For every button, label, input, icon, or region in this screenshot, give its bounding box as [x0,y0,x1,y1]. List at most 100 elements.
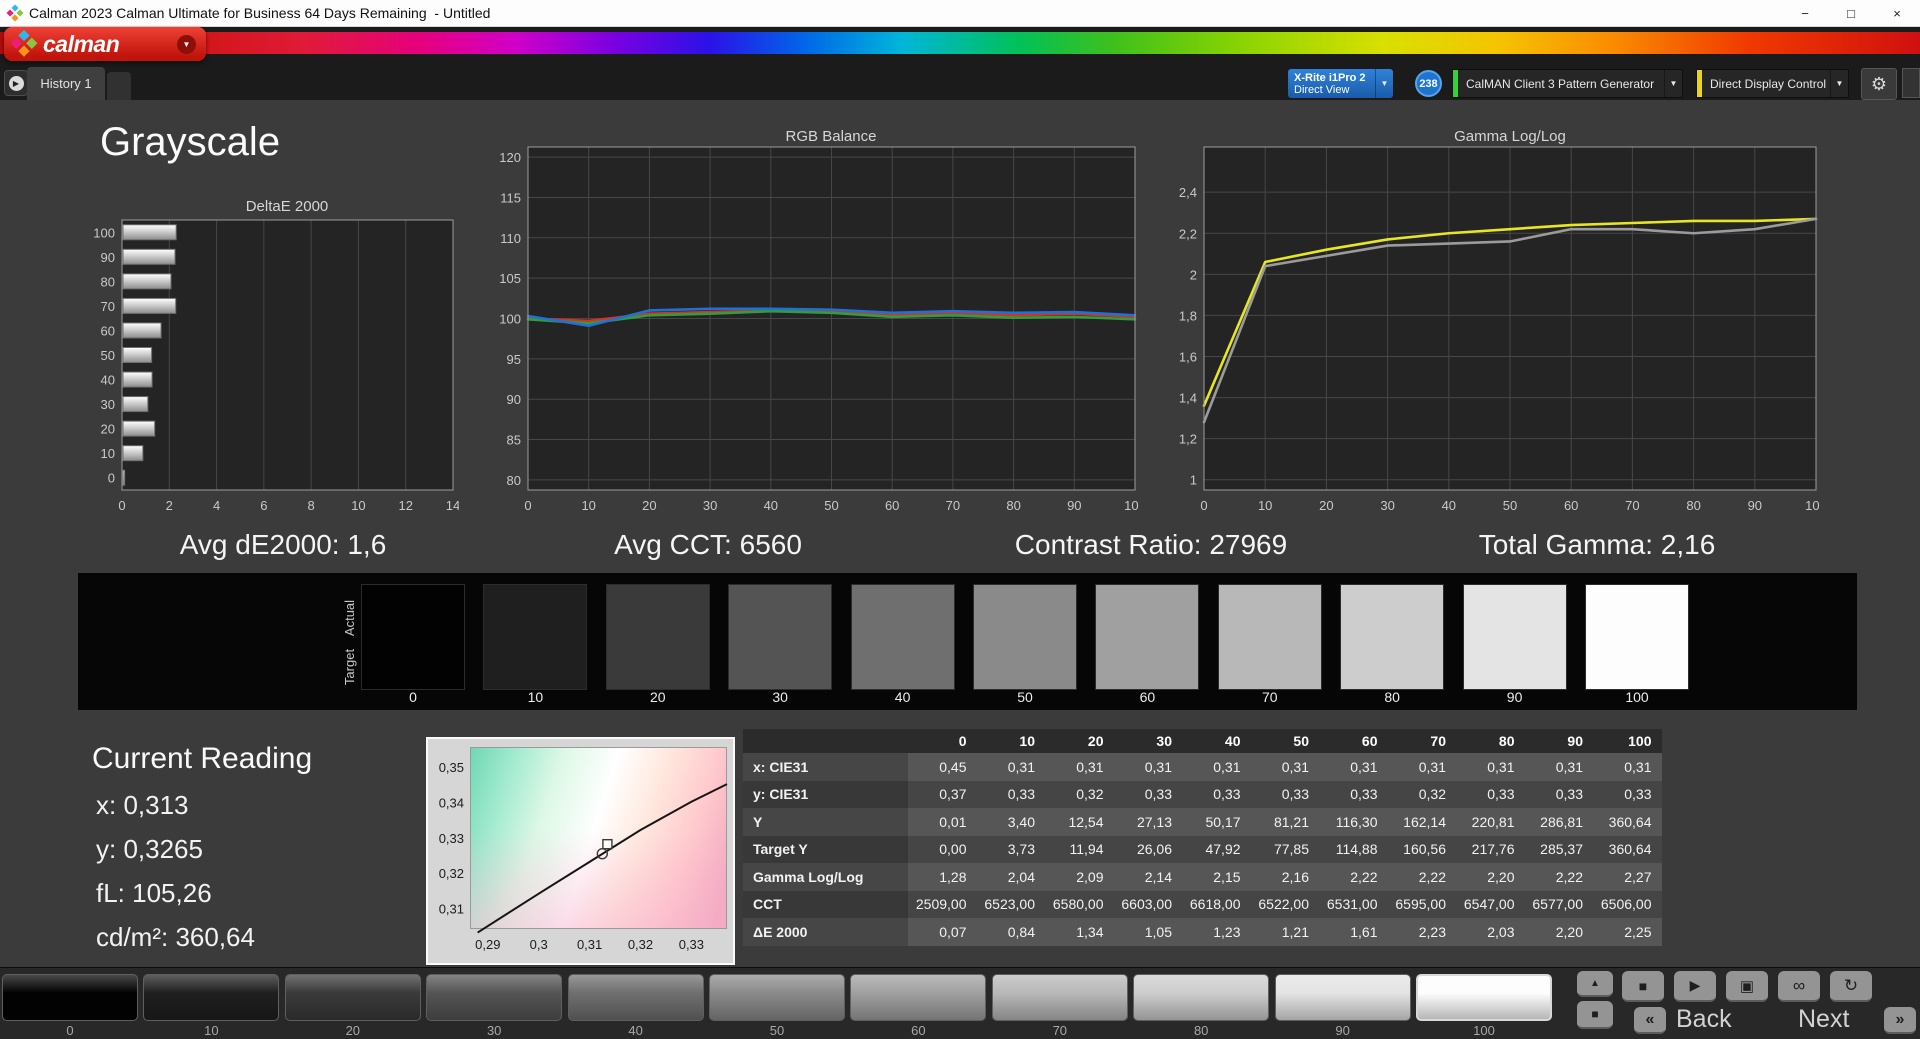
table-cell: 0,33 [1487,786,1515,803]
svg-text:70: 70 [946,498,960,513]
pattern-button-30[interactable] [426,974,563,1021]
maximize-button[interactable]: □ [1828,0,1874,26]
meter-device-button[interactable]: X-Rite i1Pro 2 Direct View ▼ [1288,69,1393,98]
table-cell: 2,25 [1624,923,1652,940]
table-header-row: 0 10 20 30 40 50 60 70 80 90 100 [743,729,1662,753]
swatch-level-label-50: 50 [1017,689,1033,705]
pattern-window-button[interactable]: ■ [1577,1001,1613,1029]
tab-history-1[interactable]: History 1 [27,67,105,100]
pattern-button-90[interactable] [1274,974,1411,1021]
gamma-svg: 0 10 20 30 40 50 60 70 80 90 100 1 1,2 1,4 1,6 1,8 2 2,2 2… [1179,146,1827,513]
side-panel-toggle[interactable] [1902,68,1920,98]
refresh-icon: ↻ [1843,975,1859,995]
meter-dropdown[interactable]: ▼ [1375,69,1393,98]
main-menu-dropdown[interactable]: ▼ [177,34,196,54]
svg-text:30: 30 [703,498,717,513]
stat-contrast-ratio: Contrast Ratio: 27969 [1014,529,1288,560]
reading-cdm2: cd/m²: 360,64 [96,922,255,952]
minimize-button[interactable]: − [1782,0,1828,26]
svg-text:0: 0 [524,498,531,513]
display-control-dropdown[interactable]: ▼ [1830,70,1848,97]
table-cell: 0,31 [1007,758,1035,775]
table-cell: 0,37 [939,786,967,803]
pattern-button-60[interactable] [850,974,987,1021]
cie-chromaticity-chart: 0,29 0,3 0,31 0,32 0,33 0,35 0,34 0,33 0,32 0,31 [426,737,735,965]
table-col-header-70: 70 [1430,733,1446,749]
table-cell: 3,73 [1007,841,1035,858]
svg-text:0,29: 0,29 [475,937,500,952]
table-cell: 1,23 [1213,923,1241,940]
table-col-header-80: 80 [1498,733,1515,749]
panel-up-button[interactable]: ▲ [1577,971,1613,997]
play-button[interactable]: ▶ [1674,971,1716,1002]
svg-text:1,6: 1,6 [1179,349,1197,364]
pattern-button-10[interactable] [143,974,280,1021]
chevrons-right-icon: » [1895,1010,1905,1028]
swatch-level-label-90: 90 [1506,689,1523,705]
capture-button[interactable]: ▣ [1726,971,1768,1002]
pattern-generator-button[interactable]: CalMAN Client 3 Pattern Generator ▼ [1452,69,1683,98]
svg-text:10: 10 [101,446,115,461]
table-cell: 2,20 [1555,923,1583,940]
table-col-header-60: 60 [1361,733,1378,749]
page-title: Grayscale [100,120,281,164]
pattern-button-100[interactable] [1416,974,1552,1021]
svg-text:60: 60 [101,323,115,338]
svg-text:0,34: 0,34 [439,796,464,811]
svg-text:110: 110 [500,231,521,246]
table-cell: 0,31 [1213,758,1241,775]
svg-text:1,8: 1,8 [1179,308,1197,323]
pattern-generator-dropdown[interactable]: ▼ [1664,70,1682,97]
svg-text:0,3: 0,3 [530,937,548,952]
next-button[interactable]: Next [1798,1005,1849,1034]
svg-text:12: 12 [398,498,412,513]
grayscale-swatch-0 [361,584,465,690]
reading-x: x: 0,313 [96,790,189,820]
stop-button[interactable]: ■ [1622,971,1664,1002]
svg-text:0: 0 [108,471,115,486]
pattern-button-50[interactable] [709,974,845,1021]
workflow-expander-button[interactable]: ▶ [4,70,28,96]
continuous-measure-button[interactable]: ∞ [1778,971,1820,1002]
close-button[interactable]: × [1874,0,1920,26]
stat-total-gamma: Total Gamma: 2,16 [1478,529,1716,560]
display-control-button[interactable]: Direct Display Control ▼ [1696,69,1849,98]
settings-button[interactable]: ⚙ [1861,68,1897,100]
svg-text:0: 0 [1200,498,1207,513]
svg-text:0,32: 0,32 [628,937,653,952]
pattern-button-20[interactable] [284,974,421,1021]
table-cell: 1,21 [1281,923,1309,940]
svg-text:40: 40 [764,498,778,513]
back-chevron-button[interactable]: « [1634,1007,1666,1034]
refresh-button[interactable]: ↻ [1830,971,1872,1002]
chevron-down-icon: ▼ [1835,79,1844,88]
table-row: ΔE 2000 0,07 0,84 1,34 1,05 1,23 1,21 1,61 2,23 2… [743,918,1662,946]
svg-text:80: 80 [1686,498,1700,513]
svg-text:8: 8 [308,498,315,513]
swatch-level-label-20: 20 [650,689,666,705]
table-cell: 6547,00 [1463,896,1515,913]
pattern-button-70[interactable] [991,974,1128,1021]
svg-text:95: 95 [507,352,521,367]
tab-stub[interactable] [107,72,131,100]
grayscale-swatch-40 [850,584,955,690]
calman-app-window: Calman 2023 Calman Ultimate for Business… [0,0,1920,1039]
meter-status-badge: 238 [1415,70,1442,97]
swatch-level-label-80: 80 [1384,689,1400,705]
table-cell: 162,14 [1403,813,1446,830]
calman-logo-button[interactable]: calman ▼ [4,27,206,61]
pattern-button-80[interactable] [1133,974,1270,1021]
svg-text:2: 2 [1190,267,1197,282]
pattern-button-40[interactable] [567,974,704,1021]
next-chevron-button[interactable]: » [1884,1007,1916,1034]
grayscale-swatch-30 [728,584,833,690]
target-row-label: Target [342,648,357,686]
pattern-button-0[interactable] [2,974,138,1021]
back-button[interactable]: Back [1676,1005,1732,1034]
grayscale-results-table: 0 10 20 30 40 50 60 70 80 90 100 x: CIE31 0,45 0,31 0,… [743,729,1662,946]
swatch-level-label-60: 60 [1139,689,1156,705]
table-cell: 0,33 [1213,786,1241,803]
swatch-level-label-40: 40 [894,689,911,705]
table-col-header-20: 20 [1087,733,1104,749]
svg-text:30: 30 [1380,498,1394,513]
